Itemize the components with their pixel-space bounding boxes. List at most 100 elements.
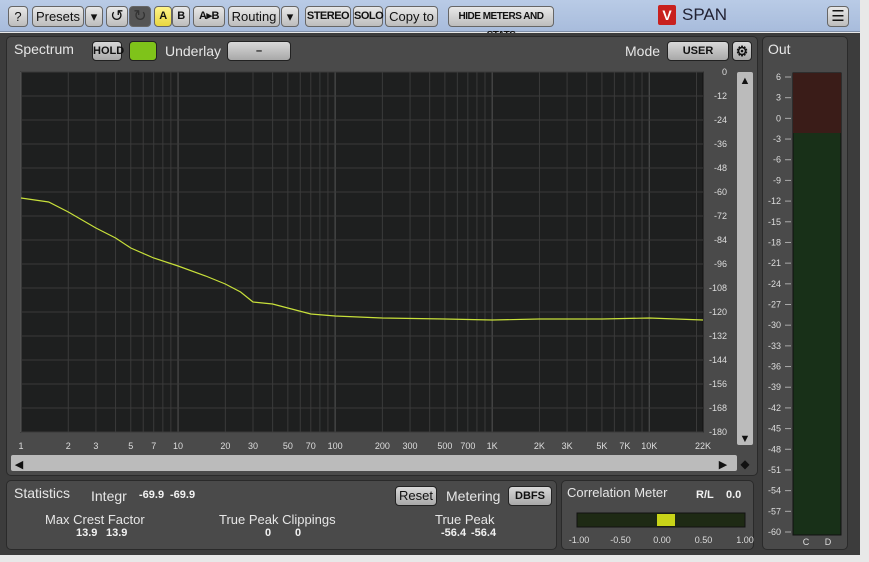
zoom-reset-icon: ◆	[740, 457, 750, 471]
peak-label: True Peak	[435, 512, 495, 527]
x-tick-label: 5	[128, 441, 133, 451]
underlay-select[interactable]: –	[227, 41, 291, 61]
y-tick-label: -108	[709, 283, 727, 293]
y-tick-label: -84	[714, 235, 727, 245]
correlation-scale-label: 1.00	[736, 535, 754, 545]
metering-label: Metering	[446, 488, 501, 504]
rl-value: 0.0	[726, 489, 742, 501]
gear-icon[interactable]: ⚙	[732, 41, 752, 61]
correlation-scale-label: 0.50	[695, 535, 713, 545]
x-tick-label: 70	[306, 441, 316, 451]
underlay-label: Underlay	[165, 43, 222, 59]
meter-scale-label: -30	[768, 320, 781, 330]
correlation-meter: -1.00 -0.50 0.00 0.50 1.00	[569, 512, 754, 545]
routing-button[interactable]: Routing	[228, 6, 280, 27]
plugin-body: Spectrum HOLD Underlay – Mode USER ⚙ 0 -1…	[0, 33, 860, 555]
meter-scale-label: 0	[776, 113, 781, 123]
x-tick-label: 7	[151, 441, 156, 451]
meter-scale-label: -21	[768, 258, 781, 268]
meter-clip-zone	[793, 73, 841, 133]
brand-name: SPAN	[682, 5, 728, 24]
hide-meters-button[interactable]: HIDE METERS AND STATS	[448, 6, 554, 41]
logo: V SPAN	[658, 5, 727, 25]
presets-dropdown[interactable]: ▾	[85, 6, 103, 27]
spectrum-tab[interactable]: Spectrum	[14, 41, 74, 57]
y-tick-label: -168	[709, 403, 727, 413]
reset-button[interactable]: Reset	[395, 486, 437, 506]
toolbar: ? Presets ▾ ↺ ↻ A B A▸B Routing ▾ STEREO…	[0, 0, 860, 41]
meter-scale-label: -6	[773, 155, 781, 165]
correlation-scale-label: -1.00	[569, 535, 590, 545]
meter-scale-label: -24	[768, 279, 781, 289]
x-tick-label: 300	[403, 441, 418, 451]
correlation-panel: Correlation Meter R/L 0.0 -1.00 -0.50 0.00…	[561, 480, 754, 550]
copy-a-to-b-button[interactable]: A▸B	[193, 6, 225, 27]
meter-scale-label: -12	[768, 196, 781, 206]
meter-scale-label: -39	[768, 382, 781, 392]
correlation-scale-label: -0.50	[610, 535, 631, 545]
x-tick-label: 500	[437, 441, 452, 451]
logo-icon: V	[658, 5, 676, 25]
correlation-indicator	[657, 514, 675, 526]
meter-scale-label: -27	[768, 300, 781, 310]
presets-button[interactable]: Presets	[32, 6, 84, 27]
statistics-panel: Statistics Integr -69.9 -69.9 Reset Mete…	[6, 480, 557, 550]
scroll-right-icon: ▶	[719, 459, 728, 471]
redo-icon[interactable]: ↻	[129, 6, 151, 27]
spectrum-panel: Spectrum HOLD Underlay – Mode USER ⚙ 0 -1…	[6, 36, 758, 476]
routing-dropdown[interactable]: ▾	[281, 6, 299, 27]
horizontal-scrollbar[interactable]	[11, 455, 737, 471]
x-tick-label: 22K	[695, 441, 711, 451]
stereo-button[interactable]: STEREO	[305, 6, 351, 27]
meter-scale-label: -36	[768, 362, 781, 372]
meter-scale-label: 6	[776, 72, 781, 82]
clip-left: 0	[265, 527, 272, 539]
scroll-up-icon: ▲	[740, 75, 751, 87]
x-tick-label: 1	[18, 441, 23, 451]
meter-scale-label: -48	[768, 444, 781, 454]
y-tick-label: -60	[714, 187, 727, 197]
help-button[interactable]: ?	[8, 6, 28, 27]
x-tick-label: 700	[460, 441, 475, 451]
x-tick-label: 10	[173, 441, 183, 451]
integr-left: -69.9	[139, 489, 165, 501]
undo-icon[interactable]: ↺	[106, 6, 128, 27]
x-tick-label: 7K	[619, 441, 630, 451]
metering-select[interactable]: DBFS	[508, 486, 552, 506]
solo-button[interactable]: SOLO	[353, 6, 384, 27]
x-tick-label: 5K	[596, 441, 607, 451]
vertical-scrollbar[interactable]	[737, 72, 753, 445]
clip-right: 0	[295, 527, 302, 539]
y-tick-label: -12	[714, 91, 727, 101]
integr-label: Integr	[91, 488, 127, 504]
x-tick-label: 2K	[534, 441, 545, 451]
out-tab: Out	[768, 41, 791, 57]
meter-scale-label: -33	[768, 341, 781, 351]
correlation-tab: Correlation Meter	[567, 485, 668, 500]
copy-to-button[interactable]: Copy to	[385, 6, 438, 27]
menu-button[interactable]: ☰	[827, 6, 849, 27]
x-tick-label: 2	[66, 441, 71, 451]
y-tick-label: -180	[709, 427, 727, 437]
x-tick-label: 3K	[562, 441, 573, 451]
meter-scale-label: -42	[768, 403, 781, 413]
integr-right: -69.9	[170, 489, 196, 501]
x-tick-label: 100	[328, 441, 343, 451]
meter-scale-label: -9	[773, 175, 781, 185]
peak-left: -56.4	[441, 527, 467, 539]
clip-label: True Peak Clippings	[219, 512, 336, 527]
meter-scale-label: 3	[776, 93, 781, 103]
y-tick-label: -132	[709, 331, 727, 341]
x-tick-label: 50	[283, 441, 293, 451]
meter-scale-label: -15	[768, 217, 781, 227]
statistics-tab: Statistics	[14, 485, 71, 501]
preset-b-button[interactable]: B	[172, 6, 190, 27]
hold-toggle[interactable]	[129, 41, 157, 61]
preset-a-button[interactable]: A	[154, 6, 172, 27]
y-tick-label: -24	[714, 115, 727, 125]
scroll-down-icon: ▼	[740, 433, 751, 445]
y-tick-label: -120	[709, 307, 727, 317]
mode-select[interactable]: USER	[667, 41, 729, 61]
hold-button[interactable]: HOLD	[92, 41, 124, 61]
channel-label: C	[803, 537, 810, 547]
